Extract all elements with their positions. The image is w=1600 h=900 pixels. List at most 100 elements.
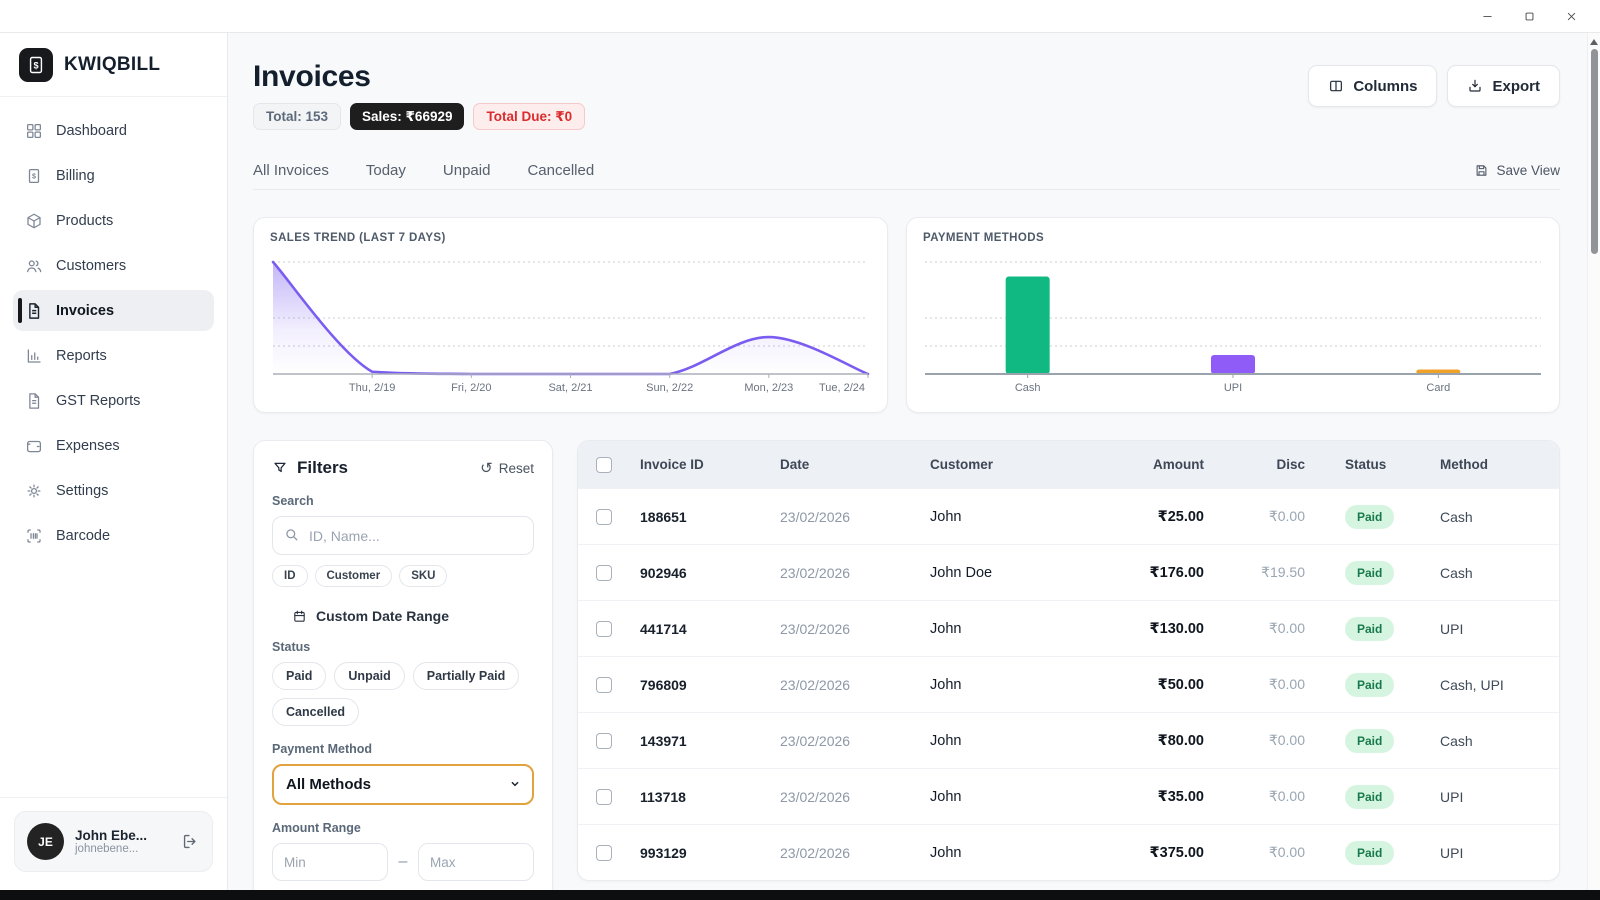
row-checkbox[interactable]: [596, 677, 612, 693]
status-badge: Paid: [1345, 841, 1394, 865]
payment-methods-title: PAYMENT METHODS: [923, 232, 1543, 244]
customer-cell: John: [914, 789, 1104, 805]
status-chip-partially-paid[interactable]: Partially Paid: [413, 662, 520, 690]
search-input[interactable]: [272, 516, 534, 555]
header-customer[interactable]: Customer: [914, 457, 1104, 472]
sidebar-item-products[interactable]: Products: [13, 200, 214, 241]
table-row[interactable]: 796809 23/02/2026 John ₹50.00 ₹0.00 Paid…: [578, 656, 1559, 712]
save-view-button[interactable]: Save View: [1474, 163, 1560, 178]
view-tabs: All Invoices Today Unpaid Cancelled Save…: [253, 152, 1560, 190]
chip-customer[interactable]: Customer: [315, 565, 393, 587]
log-out-icon[interactable]: [181, 832, 200, 851]
sidebar-item-barcode[interactable]: Barcode: [13, 515, 214, 556]
export-button[interactable]: Export: [1447, 65, 1560, 107]
amount-min-input[interactable]: [272, 843, 388, 881]
brand: $ KWIQBILL: [0, 33, 227, 97]
invoice-id-cell: 188651: [624, 509, 766, 525]
svg-text:$: $: [32, 172, 36, 180]
summary-badges: Total: 153 Sales: ₹66929 Total Due: ₹0: [253, 103, 585, 130]
header-method[interactable]: Method: [1434, 457, 1560, 472]
date-cell: 23/02/2026: [766, 677, 914, 693]
sidebar-item-gst-reports[interactable]: GST Reports: [13, 380, 214, 421]
close-button[interactable]: [1550, 2, 1592, 31]
payment-method-select[interactable]: All Methods: [272, 764, 534, 805]
status-chip-unpaid[interactable]: Unpaid: [334, 662, 404, 690]
disc-cell: ₹0.00: [1204, 676, 1319, 693]
header-invoice-id[interactable]: Invoice ID: [624, 457, 766, 472]
tab-cancelled[interactable]: Cancelled: [527, 162, 594, 179]
chip-id[interactable]: ID: [272, 565, 308, 587]
svg-text:Tue, 2/24: Tue, 2/24: [819, 382, 865, 394]
tab-today[interactable]: Today: [366, 162, 406, 179]
window-bottom-edge: [0, 890, 1600, 900]
amount-max-input[interactable]: [418, 843, 534, 881]
maximize-button[interactable]: [1508, 2, 1550, 31]
sidebar-item-dashboard[interactable]: Dashboard: [13, 110, 214, 151]
tab-all-invoices[interactable]: All Invoices: [253, 162, 329, 179]
status-chips: Paid Unpaid Partially Paid Cancelled: [272, 662, 534, 726]
sales-trend-card: SALES TREND (LAST 7 DAYS) Thu, 2/19Fri, …: [253, 217, 888, 413]
sidebar-item-reports[interactable]: Reports: [13, 335, 214, 376]
table-row[interactable]: 143971 23/02/2026 John ₹80.00 ₹0.00 Paid…: [578, 712, 1559, 768]
select-all-checkbox[interactable]: [596, 457, 612, 473]
scroll-up-arrow[interactable]: [1590, 39, 1598, 45]
gear-icon: [25, 482, 43, 500]
barcode-icon: [25, 527, 43, 545]
header-status[interactable]: Status: [1319, 457, 1434, 472]
sidebar-item-billing[interactable]: $ Billing: [13, 155, 214, 196]
header-amount[interactable]: Amount: [1104, 457, 1204, 472]
customer-cell: John Doe: [914, 565, 1104, 581]
window-title-bar: [0, 0, 1600, 33]
table-row[interactable]: 441714 23/02/2026 John ₹130.00 ₹0.00 Pai…: [578, 600, 1559, 656]
row-checkbox[interactable]: [596, 789, 612, 805]
user-card[interactable]: JE John Ebe... johnebene...: [14, 811, 213, 872]
sidebar-item-settings[interactable]: Settings: [13, 470, 214, 511]
table-row[interactable]: 902946 23/02/2026 John Doe ₹176.00 ₹19.5…: [578, 544, 1559, 600]
disc-cell: ₹0.00: [1204, 732, 1319, 749]
sidebar-item-expenses[interactable]: Expenses: [13, 425, 214, 466]
customer-cell: John: [914, 621, 1104, 637]
status-chip-paid[interactable]: Paid: [272, 662, 326, 690]
amount-cell: ₹50.00: [1104, 677, 1204, 693]
method-cell: Cash: [1434, 509, 1560, 525]
table-row[interactable]: 993129 23/02/2026 John ₹375.00 ₹0.00 Pai…: [578, 824, 1559, 880]
search-icon: [283, 526, 300, 543]
disc-cell: ₹0.00: [1204, 788, 1319, 805]
page-title: Invoices: [253, 59, 585, 95]
status-badge: Paid: [1345, 785, 1394, 809]
sidebar-item-customers[interactable]: Customers: [13, 245, 214, 286]
columns-button[interactable]: Columns: [1308, 65, 1437, 107]
invoice-id-cell: 902946: [624, 565, 766, 581]
disc-cell: ₹0.00: [1204, 620, 1319, 637]
scrollbar-thumb[interactable]: [1591, 49, 1598, 254]
header-date[interactable]: Date: [766, 457, 914, 472]
svg-text:UPI: UPI: [1224, 382, 1242, 394]
date-cell: 23/02/2026: [766, 509, 914, 525]
chip-sku[interactable]: SKU: [399, 565, 447, 587]
custom-date-range-button[interactable]: Custom Date Range: [272, 608, 534, 624]
sales-trend-title: SALES TREND (LAST 7 DAYS): [270, 232, 871, 244]
header-disc[interactable]: Disc: [1204, 457, 1319, 472]
table-row[interactable]: 113718 23/02/2026 John ₹35.00 ₹0.00 Paid…: [578, 768, 1559, 824]
tab-unpaid[interactable]: Unpaid: [443, 162, 491, 179]
date-cell: 23/02/2026: [766, 789, 914, 805]
sales-badge: Sales: ₹66929: [350, 103, 464, 130]
close-icon: [1564, 9, 1579, 24]
scrollbar[interactable]: [1587, 33, 1600, 890]
minimize-button[interactable]: [1466, 2, 1508, 31]
bar-chart-icon: [25, 347, 43, 365]
row-checkbox[interactable]: [596, 509, 612, 525]
amount-cell: ₹176.00: [1104, 565, 1204, 581]
row-checkbox[interactable]: [596, 733, 612, 749]
main-content: Invoices Total: 153 Sales: ₹66929 Total …: [228, 33, 1600, 890]
method-cell: Cash: [1434, 733, 1560, 749]
row-checkbox[interactable]: [596, 565, 612, 581]
sidebar-item-invoices[interactable]: Invoices: [13, 290, 214, 331]
table-row[interactable]: 188651 23/02/2026 John ₹25.00 ₹0.00 Paid…: [578, 488, 1559, 544]
status-badge: Paid: [1345, 673, 1394, 697]
status-chip-cancelled[interactable]: Cancelled: [272, 698, 359, 726]
status-badge: Paid: [1345, 729, 1394, 753]
row-checkbox[interactable]: [596, 621, 612, 637]
row-checkbox[interactable]: [596, 845, 612, 861]
reset-filters-button[interactable]: ↺ Reset: [480, 461, 534, 476]
